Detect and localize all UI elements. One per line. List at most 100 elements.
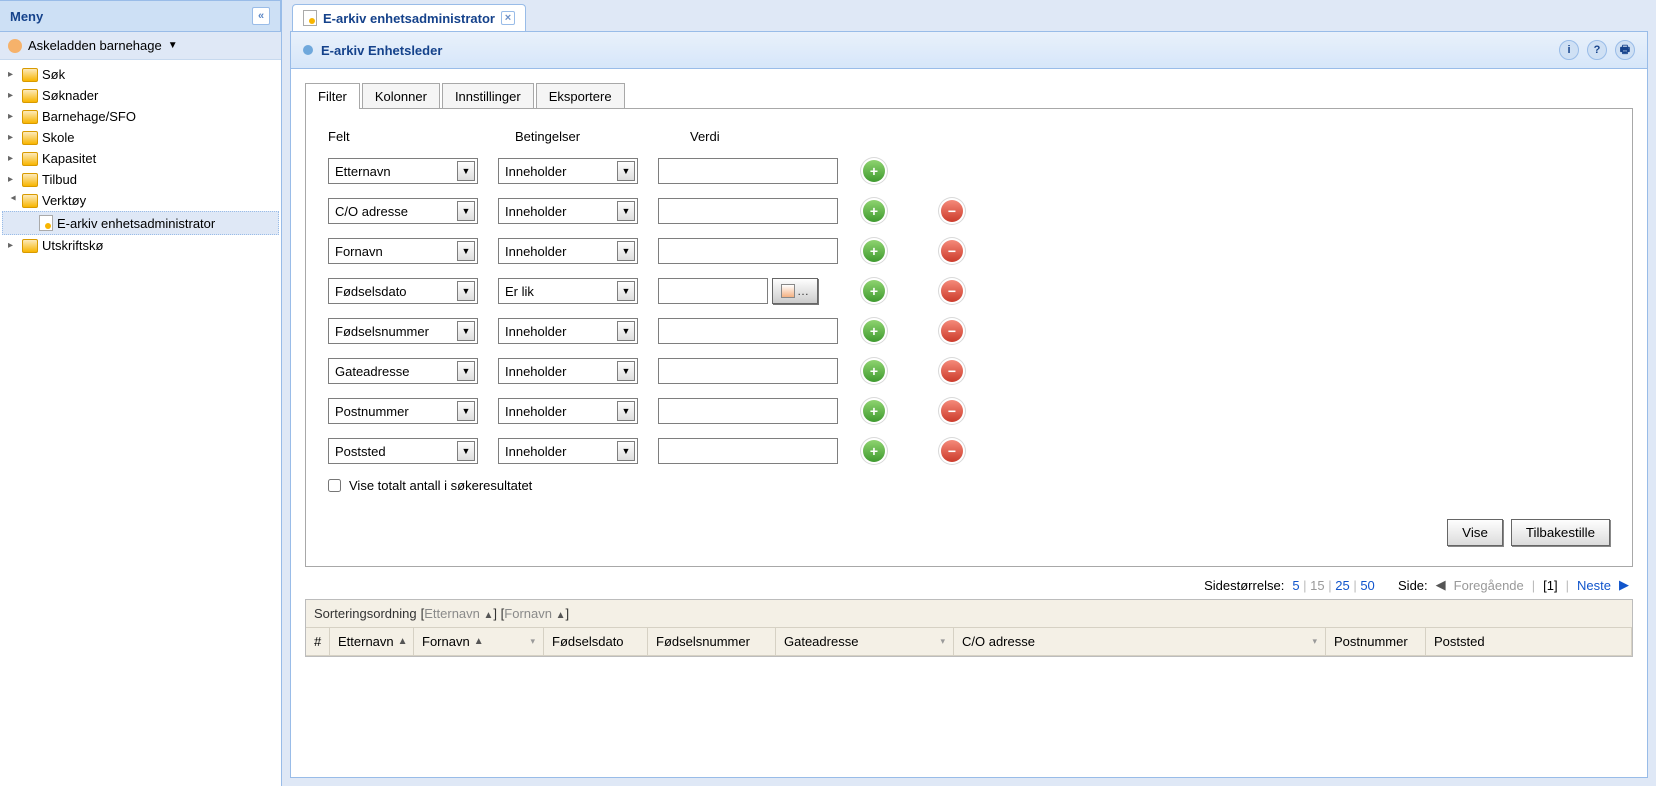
pagesize-25[interactable]: 25 <box>1335 578 1349 593</box>
remove-row-button[interactable]: − <box>941 240 963 262</box>
add-row-button[interactable]: + <box>863 240 885 262</box>
pagesize-50[interactable]: 50 <box>1360 578 1374 593</box>
value-input[interactable] <box>658 358 838 384</box>
remove-row-button[interactable]: − <box>941 400 963 422</box>
value-input[interactable] <box>658 238 838 264</box>
remove-row-button[interactable]: − <box>941 440 963 462</box>
col-c-o-adresse[interactable]: C/O adresse▾ <box>954 628 1326 655</box>
tab-kolonner[interactable]: Kolonner <box>362 83 440 109</box>
col-label: Poststed <box>1434 634 1485 649</box>
help-icon[interactable]: ? <box>1587 40 1607 60</box>
field-select[interactable]: Gateadresse▼ <box>328 358 478 384</box>
add-row-button[interactable]: + <box>863 280 885 302</box>
org-selector[interactable]: Askeladden barnehage ▼ <box>0 32 281 60</box>
condition-value: Inneholder <box>505 324 566 339</box>
col-etternavn[interactable]: Etternavn▲ <box>330 628 414 655</box>
add-row-button[interactable]: + <box>863 440 885 462</box>
col--[interactable]: # <box>306 628 330 655</box>
col-f-dselsdato[interactable]: Fødselsdato <box>544 628 648 655</box>
field-value: C/O adresse <box>335 204 408 219</box>
sort-col[interactable]: [Fornavn ▲] <box>497 606 569 621</box>
col-postnummer[interactable]: Postnummer <box>1326 628 1426 655</box>
filter-row: Fødselsdato▼ Er lik▼ … + − <box>328 278 1610 304</box>
col-gateadresse[interactable]: Gateadresse▾ <box>776 628 954 655</box>
field-select[interactable]: C/O adresse▼ <box>328 198 478 224</box>
tab-filter[interactable]: Filter <box>305 83 360 109</box>
sort-asc-icon: ▲ <box>474 636 484 647</box>
sidebar-collapse-icon[interactable]: « <box>252 7 270 25</box>
expand-icon: ▸ <box>8 240 18 251</box>
condition-select[interactable]: Inneholder▼ <box>498 438 638 464</box>
field-select[interactable]: Fornavn▼ <box>328 238 478 264</box>
field-select[interactable]: Fødselsnummer▼ <box>328 318 478 344</box>
condition-select[interactable]: Inneholder▼ <box>498 158 638 184</box>
bullet-icon <box>303 45 313 55</box>
add-row-button[interactable]: + <box>863 320 885 342</box>
value-input[interactable] <box>658 278 768 304</box>
condition-select[interactable]: Inneholder▼ <box>498 358 638 384</box>
field-select[interactable]: Etternavn▼ <box>328 158 478 184</box>
add-row-button[interactable]: + <box>863 160 885 182</box>
expand-icon: ▸ <box>8 69 18 80</box>
field-select[interactable]: Postnummer▼ <box>328 398 478 424</box>
value-input[interactable] <box>658 318 838 344</box>
expand-icon: ▾ <box>8 196 19 206</box>
value-input[interactable] <box>658 438 838 464</box>
calendar-icon <box>781 284 795 298</box>
condition-select[interactable]: Inneholder▼ <box>498 398 638 424</box>
sidebar-item-barnehage-sfo[interactable]: ▸Barnehage/SFO <box>0 106 281 127</box>
sidebar-item-tilbud[interactable]: ▸Tilbud <box>0 169 281 190</box>
col-label: Postnummer <box>1334 634 1408 649</box>
pagesize-5[interactable]: 5 <box>1292 578 1299 593</box>
vise-button[interactable]: Vise <box>1447 519 1503 546</box>
remove-row-button[interactable]: − <box>941 200 963 222</box>
remove-row-button[interactable]: − <box>941 360 963 382</box>
page-icon <box>39 215 53 231</box>
field-select[interactable]: Fødselsdato▼ <box>328 278 478 304</box>
show-total-checkbox[interactable] <box>328 479 341 492</box>
condition-select[interactable]: Inneholder▼ <box>498 198 638 224</box>
sidebar-item-s-k[interactable]: ▸Søk <box>0 64 281 85</box>
col-f-dselsnummer[interactable]: Fødselsnummer <box>648 628 776 655</box>
tab-eksportere[interactable]: Eksportere <box>536 83 625 109</box>
sidebar-header: Meny « <box>0 0 281 32</box>
field-select[interactable]: Poststed▼ <box>328 438 478 464</box>
remove-row-button[interactable]: − <box>941 280 963 302</box>
page-icon <box>303 10 317 26</box>
add-row-button[interactable]: + <box>863 200 885 222</box>
expand-icon: ▸ <box>8 174 18 185</box>
sort-col[interactable]: [Etternavn ▲] <box>421 606 497 621</box>
remove-row-button[interactable]: − <box>941 320 963 342</box>
condition-select[interactable]: Er lik▼ <box>498 278 638 304</box>
col-poststed[interactable]: Poststed <box>1426 628 1632 655</box>
info-icon[interactable]: i <box>1559 40 1579 60</box>
col-fornavn[interactable]: Fornavn▲▾ <box>414 628 544 655</box>
value-input[interactable] <box>658 158 838 184</box>
sidebar-item-skole[interactable]: ▸Skole <box>0 127 281 148</box>
sidebar-item-utskriftsk-[interactable]: ▸Utskriftskø <box>0 235 281 256</box>
sidebar-item-s-knader[interactable]: ▸Søknader <box>0 85 281 106</box>
sidebar-item-e-arkiv-enhetsadministrator[interactable]: E-arkiv enhetsadministrator <box>2 211 279 235</box>
col-label: Etternavn <box>338 634 394 649</box>
reset-button[interactable]: Tilbakestille <box>1511 519 1610 546</box>
sidebar-item-kapasitet[interactable]: ▸Kapasitet <box>0 148 281 169</box>
tab-innstillinger[interactable]: Innstillinger <box>442 83 534 109</box>
value-input[interactable] <box>658 398 838 424</box>
close-icon[interactable]: × <box>501 11 515 25</box>
print-icon[interactable]: 🖶 <box>1615 40 1635 60</box>
tab-earkiv[interactable]: E-arkiv enhetsadministrator × <box>292 4 526 31</box>
sidebar-item-verkt-y[interactable]: ▾Verktøy <box>0 190 281 211</box>
next-arrow-icon[interactable]: ▶ <box>1619 577 1629 593</box>
col-label: C/O adresse <box>962 634 1035 649</box>
sort-label: Sorteringsordning <box>314 606 417 621</box>
next-link[interactable]: Neste <box>1577 578 1611 593</box>
add-row-button[interactable]: + <box>863 360 885 382</box>
add-row-button[interactable]: + <box>863 400 885 422</box>
panel-title-label: E-arkiv Enhetsleder <box>321 43 442 58</box>
prev-arrow-icon[interactable]: ◀ <box>1436 577 1446 593</box>
condition-select[interactable]: Inneholder▼ <box>498 318 638 344</box>
filter-row: Fødselsnummer▼ Inneholder▼ + − <box>328 318 1610 344</box>
condition-select[interactable]: Inneholder▼ <box>498 238 638 264</box>
datepicker-button[interactable]: … <box>772 278 818 304</box>
value-input[interactable] <box>658 198 838 224</box>
